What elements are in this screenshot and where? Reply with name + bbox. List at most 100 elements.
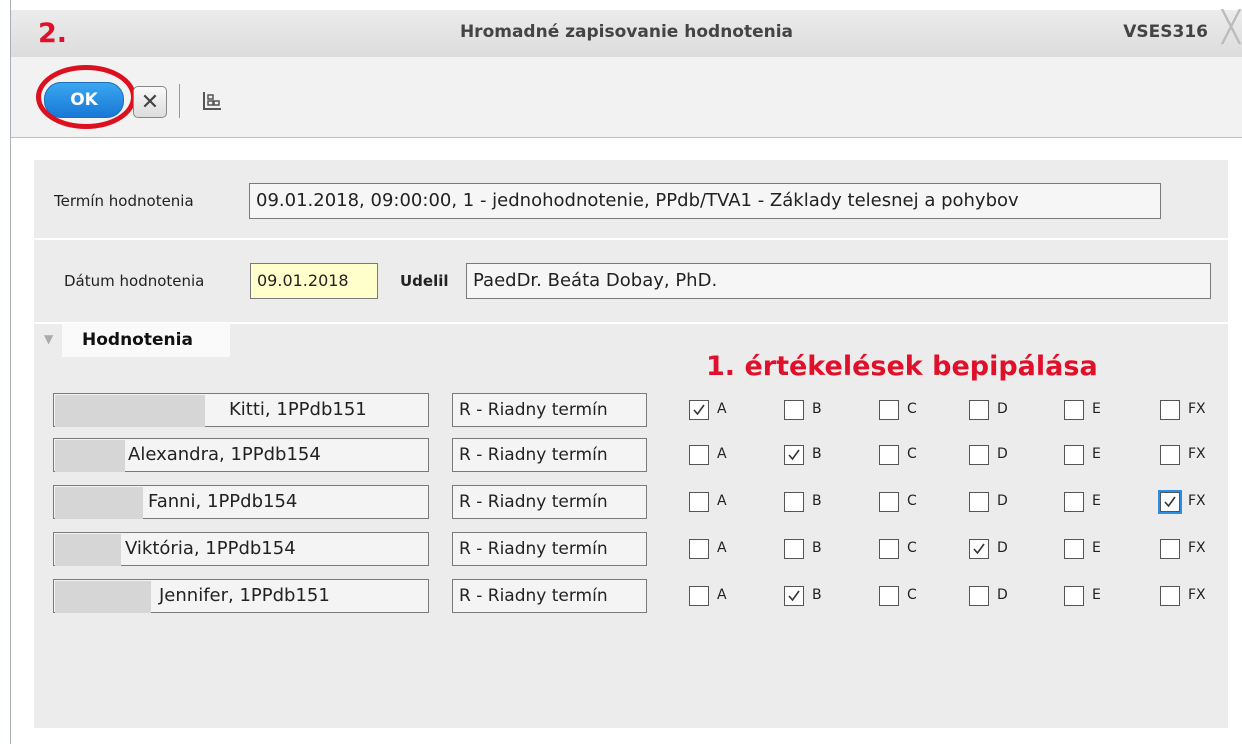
grade-label: B — [812, 401, 822, 417]
screen-code: VSES316 — [1123, 22, 1208, 42]
datum-row: Dátum hodnotenia 09.01.2018 Udelil PaedD… — [34, 240, 1228, 324]
student-name: Kitti, 1PPdb151 — [229, 399, 367, 420]
grade-checkbox-e[interactable] — [1064, 539, 1084, 559]
grade-checkbox-e[interactable] — [1064, 445, 1084, 465]
grade-checkbox-fx[interactable] — [1160, 445, 1180, 465]
grade-checkbox-fx[interactable] — [1158, 490, 1182, 514]
grade-checkbox-a[interactable] — [689, 539, 709, 559]
student-name: Jennifer, 1PPdb151 — [159, 585, 330, 606]
grade-label: D — [997, 493, 1008, 509]
grade-checkbox-b[interactable] — [784, 400, 804, 420]
grade-label: E — [1092, 587, 1101, 603]
grade-checkbox-d[interactable] — [969, 492, 989, 512]
grade-label: A — [717, 587, 727, 603]
udelil-label: Udelil — [400, 272, 449, 290]
grade-label: D — [997, 446, 1008, 462]
grade-label: A — [717, 540, 727, 556]
ok-highlight-circle — [36, 65, 136, 129]
grade-checkbox-d[interactable] — [969, 400, 989, 420]
step-2-annotation: 2. — [38, 18, 68, 49]
grade-checkbox-b[interactable] — [784, 445, 804, 465]
toolbar-separator — [179, 84, 180, 118]
redacted-surname — [55, 487, 143, 519]
termin-field[interactable]: 09.01.2018, 09:00:00, 1 - jednohodnoteni… — [249, 183, 1161, 219]
grade-checkbox-b[interactable] — [784, 539, 804, 559]
student-name: Alexandra, 1PPdb154 — [128, 444, 321, 465]
close-icon: ✕ — [140, 89, 160, 115]
grade-label: FX — [1188, 446, 1206, 462]
grade-label: E — [1092, 493, 1101, 509]
window-title: Hromadné zapisovanie hodnotenia — [459, 22, 794, 42]
term-field[interactable]: R - Riadny termín — [452, 532, 647, 566]
grade-label: B — [812, 587, 822, 603]
grade-label: A — [717, 446, 727, 462]
checkmark-icon — [788, 449, 800, 461]
grade-checkbox-c[interactable] — [879, 539, 899, 559]
grade-label: C — [907, 493, 917, 509]
grade-label: FX — [1188, 587, 1206, 603]
grade-checkbox-e[interactable] — [1064, 400, 1084, 420]
grade-label: FX — [1188, 493, 1206, 509]
student-field[interactable]: Jennifer, 1PPdb151 — [53, 579, 429, 613]
udelil-field[interactable]: PaedDr. Beáta Dobay, PhD. — [466, 263, 1211, 299]
checkmark-icon — [693, 404, 705, 416]
collapse-toggle-icon[interactable]: ▼ — [44, 332, 53, 346]
datum-field[interactable]: 09.01.2018 — [250, 263, 378, 299]
termin-row: Termín hodnotenia 09.01.2018, 09:00:00, … — [34, 160, 1228, 240]
grade-checkbox-fx[interactable] — [1160, 539, 1180, 559]
grade-label: C — [907, 446, 917, 462]
title-bar: Hromadné zapisovanie hodnotenia VSES316 … — [11, 10, 1242, 58]
term-field[interactable]: R - Riadny termín — [452, 438, 647, 472]
grade-checkbox-b[interactable] — [784, 586, 804, 606]
term-field[interactable]: R - Riadny termín — [452, 579, 647, 613]
cancel-button[interactable]: ✕ — [133, 86, 167, 118]
grade-checkbox-a[interactable] — [689, 492, 709, 512]
grade-checkbox-d[interactable] — [969, 586, 989, 606]
grade-checkbox-e[interactable] — [1064, 586, 1084, 606]
student-field[interactable]: Fanni, 1PPdb154 — [53, 485, 429, 519]
step-1-annotation: 1. értékelések bepipálása — [706, 351, 1098, 382]
grade-checkbox-c[interactable] — [879, 492, 899, 512]
student-field[interactable]: Alexandra, 1PPdb154 — [53, 438, 429, 472]
grade-checkbox-d[interactable] — [969, 539, 989, 559]
grade-checkbox-fx[interactable] — [1160, 586, 1180, 606]
grade-label: D — [997, 540, 1008, 556]
grade-label: D — [997, 401, 1008, 417]
section-title: Hodnotenia — [62, 323, 230, 357]
grade-label: C — [907, 401, 917, 417]
datum-label: Dátum hodnotenia — [64, 272, 205, 290]
grade-checkbox-b[interactable] — [784, 492, 804, 512]
grade-label: B — [812, 540, 822, 556]
grade-label: E — [1092, 540, 1101, 556]
grade-label: C — [907, 540, 917, 556]
student-field[interactable]: Kitti, 1PPdb151 — [53, 393, 429, 427]
student-name: Fanni, 1PPdb154 — [148, 491, 298, 512]
grade-label: FX — [1188, 540, 1206, 556]
grade-label: E — [1092, 446, 1101, 462]
redacted-surname — [55, 395, 205, 427]
close-icon[interactable]: ╳ — [1222, 13, 1240, 43]
grade-checkbox-a[interactable] — [689, 586, 709, 606]
checkmark-icon — [1164, 496, 1176, 508]
grade-checkbox-c[interactable] — [879, 445, 899, 465]
grade-label: C — [907, 587, 917, 603]
redacted-surname — [55, 440, 125, 472]
grade-checkbox-c[interactable] — [879, 586, 899, 606]
term-field[interactable]: R - Riadny termín — [452, 393, 647, 427]
redacted-surname — [55, 581, 151, 613]
checkmark-icon — [973, 543, 985, 555]
grade-label: FX — [1188, 401, 1206, 417]
term-field[interactable]: R - Riadny termín — [452, 485, 647, 519]
grade-label: D — [997, 587, 1008, 603]
grid-tree-icon[interactable] — [201, 90, 223, 112]
grade-checkbox-e[interactable] — [1064, 492, 1084, 512]
grade-checkbox-a[interactable] — [689, 400, 709, 420]
student-name: Viktória, 1PPdb154 — [125, 538, 296, 559]
grade-checkbox-c[interactable] — [879, 400, 899, 420]
grade-checkbox-fx[interactable] — [1160, 400, 1180, 420]
grade-checkbox-d[interactable] — [969, 445, 989, 465]
grade-label: A — [717, 401, 727, 417]
grade-checkbox-a[interactable] — [689, 445, 709, 465]
student-field[interactable]: Viktória, 1PPdb154 — [53, 532, 429, 566]
grade-label: E — [1092, 401, 1101, 417]
